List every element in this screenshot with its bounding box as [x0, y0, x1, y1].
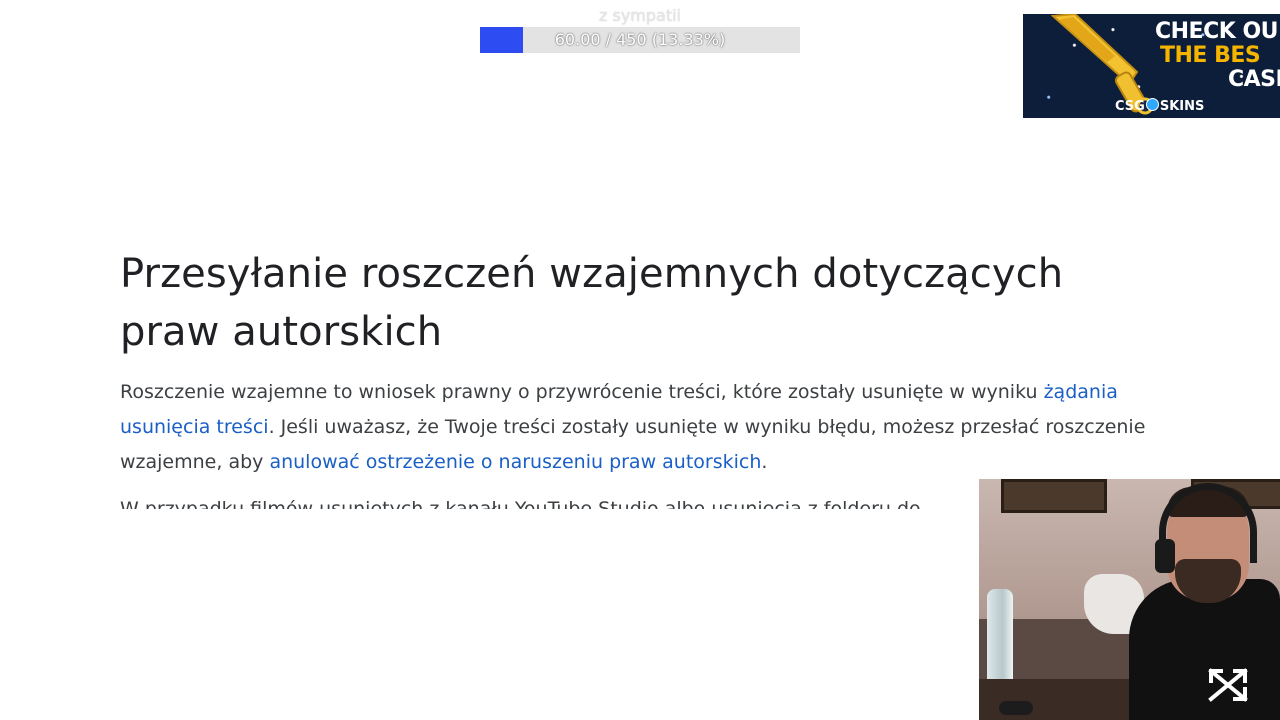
shirt-logo-icon [1208, 668, 1248, 702]
brand-left: CSG [1115, 99, 1145, 114]
sponsor-brand-logo: CSG SKINS [1115, 98, 1204, 114]
intro-text-c: . [761, 451, 768, 473]
article-content: Przesyłanie roszczeń wzajemnych dotycząc… [120, 245, 1160, 480]
article-intro-paragraph: Roszczenie wzajemne to wniosek prawny o … [120, 375, 1160, 480]
clipped-paragraph-text: W przypadku filmów usuniętych z kanału Y… [120, 500, 921, 509]
sponsor-headline-3: CASE [1228, 67, 1280, 92]
article-next-paragraph-clipped: W przypadku filmów usuniętych z kanału Y… [120, 500, 980, 509]
headphone-earcup [1155, 539, 1175, 573]
cam-bottle [987, 589, 1013, 684]
sponsor-banner[interactable]: CHECK OU THE BES CASE CSG SKINS [1023, 14, 1280, 118]
gear-icon [1145, 98, 1159, 111]
goal-progress-bar: 60.00 / 450 (13.33%) [480, 27, 800, 53]
stream-screen: z sympatii 60.00 / 450 (13.33%) CHECK OU… [0, 0, 1280, 720]
goal-title: z sympatii [599, 6, 681, 25]
cam-mouse [999, 701, 1033, 715]
goal-progress-text: 60.00 / 450 (13.33%) [554, 30, 726, 49]
donation-goal: z sympatii 60.00 / 450 (13.33%) [480, 4, 800, 54]
page-title: Przesyłanie roszczeń wzajemnych dotycząc… [120, 251, 1064, 355]
intro-text-a: Roszczenie wzajemne to wniosek prawny o … [120, 381, 1044, 403]
cam-picture-frame [1001, 479, 1107, 513]
brand-right: SKINS [1159, 99, 1205, 114]
sponsor-headline-2: THE BES [1160, 43, 1261, 68]
resolve-strike-link[interactable]: anulować ostrzeżenie o naruszeniu praw a… [269, 451, 761, 473]
sponsor-headline-1: CHECK OU [1155, 19, 1279, 44]
webcam-overlay [979, 479, 1280, 720]
